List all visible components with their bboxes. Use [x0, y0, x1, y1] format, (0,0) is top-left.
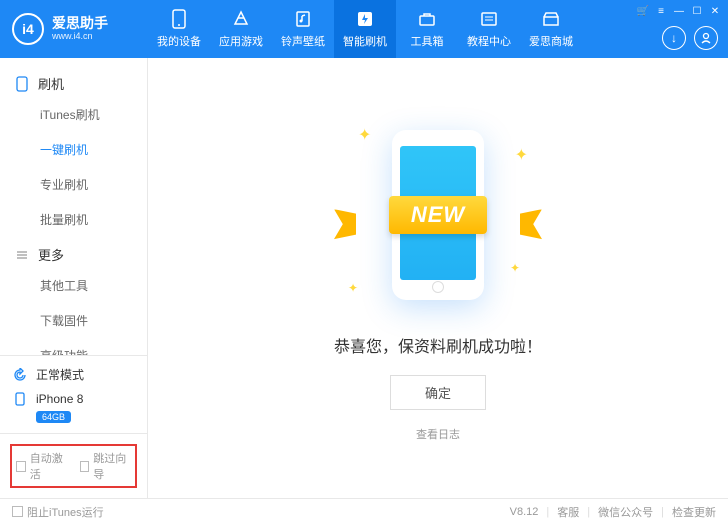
top-nav: 我的设备 应用游戏 铃声壁纸 智能刷机 工具箱 教程中心 爱思商城	[148, 0, 582, 58]
nav-store[interactable]: 爱思商城	[520, 0, 582, 58]
flash-options-block: 自动激活 跳过向导	[0, 433, 147, 498]
minimize-icon[interactable]: —	[672, 4, 686, 18]
sidebar-item-batch-flash[interactable]: 批量刷机	[0, 202, 147, 237]
menu-icon[interactable]: ≡	[654, 4, 668, 18]
status-mode[interactable]: 正常模式	[12, 366, 135, 383]
sidebar-item-onekey-flash[interactable]: 一键刷机	[0, 132, 147, 167]
view-log-link[interactable]: 查看日志	[416, 426, 460, 442]
book-icon	[479, 9, 499, 29]
sidebar-section-title: 刷机	[38, 74, 64, 93]
apps-icon	[231, 9, 251, 29]
device-icon	[12, 391, 28, 407]
checkbox-block-itunes[interactable]: 阻止iTunes运行	[12, 504, 104, 520]
update-link[interactable]: 检查更新	[672, 504, 716, 520]
sidebar-item-pro-flash[interactable]: 专业刷机	[0, 167, 147, 202]
phone-icon	[169, 9, 189, 29]
download-button[interactable]: ↓	[662, 26, 686, 50]
music-icon	[293, 9, 313, 29]
sidebar-item-other-tools[interactable]: 其他工具	[0, 268, 147, 303]
nav-flash[interactable]: 智能刷机	[334, 0, 396, 58]
sidebar-item-advanced[interactable]: 高级功能	[0, 338, 147, 355]
highlighted-options: 自动激活 跳过向导	[10, 444, 137, 488]
wechat-link[interactable]: 微信公众号	[598, 504, 653, 520]
storage-badge: 64GB	[36, 411, 71, 423]
sidebar-item-download-fw[interactable]: 下载固件	[0, 303, 147, 338]
support-link[interactable]: 客服	[557, 504, 579, 520]
nav-ringtones[interactable]: 铃声壁纸	[272, 0, 334, 58]
success-message: 恭喜您，保资料刷机成功啦！	[334, 333, 542, 357]
maximize-icon[interactable]: ☐	[690, 4, 704, 18]
toolbox-icon	[417, 9, 437, 29]
nav-apps[interactable]: 应用游戏	[210, 0, 272, 58]
nav-my-device[interactable]: 我的设备	[148, 0, 210, 58]
header-right-buttons: ↓	[662, 26, 718, 50]
device-status-block: 正常模式 iPhone 8 64GB	[0, 355, 147, 433]
sidebar-section-more[interactable]: 更多	[0, 237, 147, 268]
cart-icon[interactable]: 🛒	[636, 4, 650, 18]
main-content: ✦ ✦ ✦ ✦ NEW 恭喜您，保资料刷机成功啦！ 确定 查看日志	[148, 58, 728, 498]
flash-icon	[355, 9, 375, 29]
app-header: i4 爱思助手 www.i4.cn 我的设备 应用游戏 铃声壁纸 智能刷机 工具…	[0, 0, 728, 58]
logo-area: i4 爱思助手 www.i4.cn	[0, 13, 148, 45]
nav-tutorial[interactable]: 教程中心	[458, 0, 520, 58]
close-icon[interactable]: ✕	[708, 4, 722, 18]
version-label: V8.12	[510, 506, 539, 518]
sidebar-section-flash[interactable]: 刷机	[0, 66, 147, 97]
status-bar: 阻止iTunes运行 V8.12 | 客服 | 微信公众号 | 检查更新	[0, 498, 728, 524]
phone-outline-icon	[14, 76, 30, 92]
brand-url: www.i4.cn	[52, 32, 108, 42]
user-button[interactable]	[694, 26, 718, 50]
window-controls: 🛒 ≡ — ☐ ✕	[636, 4, 722, 18]
store-icon	[541, 9, 561, 29]
status-device[interactable]: iPhone 8 64GB	[12, 391, 135, 423]
nav-toolbox[interactable]: 工具箱	[396, 0, 458, 58]
sidebar-item-itunes-flash[interactable]: iTunes刷机	[0, 97, 147, 132]
sidebar-section-title: 更多	[38, 245, 64, 264]
brand-name: 爱思助手	[52, 16, 108, 31]
logo-icon: i4	[12, 13, 44, 45]
more-icon	[14, 247, 30, 263]
checkbox-auto-activate[interactable]: 自动激活	[16, 450, 68, 482]
sidebar: 刷机 iTunes刷机 一键刷机 专业刷机 批量刷机 更多 其他工具 下载固件 …	[0, 58, 148, 498]
new-ribbon: NEW	[348, 185, 528, 245]
ok-button[interactable]: 确定	[390, 375, 486, 410]
success-illustration: ✦ ✦ ✦ ✦ NEW	[328, 115, 548, 315]
refresh-icon	[12, 367, 28, 383]
checkbox-skip-guide[interactable]: 跳过向导	[80, 450, 132, 482]
